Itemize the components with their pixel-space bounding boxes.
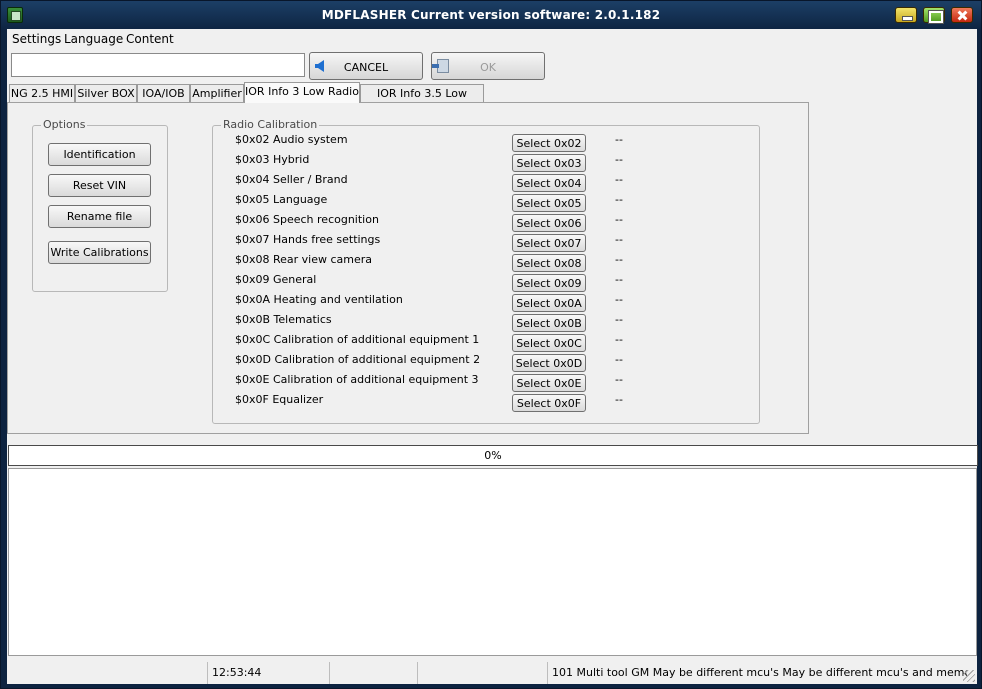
tab-panel: Options Identification Reset VIN Rename … (7, 102, 809, 434)
menu-bar: Settings Language Content (7, 29, 977, 49)
select-calibration-button[interactable]: Select 0x0C (512, 334, 586, 352)
options-group: Options Identification Reset VIN Rename … (32, 118, 168, 292)
select-calibration-button[interactable]: Select 0x02 (512, 134, 586, 152)
calibration-row-value: -- (615, 313, 623, 326)
select-calibration-button[interactable]: Select 0x05 (512, 194, 586, 212)
calibration-row-value: -- (615, 193, 623, 206)
command-input[interactable] (11, 53, 305, 77)
title-bar[interactable]: MDFLASHER Current version software: 2.0.… (1, 1, 981, 29)
tab-ior-info35-low-radio[interactable]: IOR Info 3.5 Low Radio (360, 84, 484, 113)
calibration-row-value: -- (615, 133, 623, 146)
select-calibration-button[interactable]: Select 0x03 (512, 154, 586, 172)
calibration-row-value: -- (615, 373, 623, 386)
status-panel-4 (417, 662, 547, 684)
calibration-row-value: -- (615, 273, 623, 286)
maximize-button[interactable] (923, 7, 945, 24)
ok-label: OK (480, 61, 496, 74)
tab-silver-box[interactable]: Silver BOX (75, 84, 137, 102)
status-panel-3 (329, 662, 417, 684)
calibration-row-label: $0x03 Hybrid (235, 153, 310, 166)
calibration-row-label: $0x06 Speech recognition (235, 213, 379, 226)
status-time: 12:53:44 (207, 662, 329, 684)
calibration-row-label: $0x0D Calibration of additional equipmen… (235, 353, 481, 366)
select-calibration-button[interactable]: Select 0x0F (512, 394, 586, 412)
calibration-row-value: -- (615, 353, 623, 366)
calibration-row-label: $0x05 Language (235, 193, 328, 206)
select-calibration-button[interactable]: Select 0x0A (512, 294, 586, 312)
calibration-row-value: -- (615, 293, 623, 306)
status-panel-1 (7, 662, 207, 684)
rename-file-button[interactable]: Rename file (48, 205, 151, 228)
cancel-button[interactable]: CANCEL (309, 52, 423, 80)
select-calibration-button[interactable]: Select 0x0E (512, 374, 586, 392)
tab-strip: NG 2.5 HMI Silver BOX IOA/IOB Amplifier … (9, 82, 969, 113)
progress-text: 0% (484, 449, 502, 462)
tab-ior-info3-low-radio[interactable]: IOR Info 3 Low Radio (244, 82, 360, 103)
calibration-row-label: $0x02 Audio system (235, 133, 348, 146)
calibration-row-value: -- (615, 153, 623, 166)
calibration-row-label: $0x0C Calibration of additional equipmen… (235, 333, 480, 346)
menu-content[interactable]: Content (126, 32, 174, 46)
window-title: MDFLASHER Current version software: 2.0.… (321, 8, 661, 22)
calibration-row-value: -- (615, 233, 623, 246)
calibration-row-label: $0x07 Hands free settings (235, 233, 381, 246)
calibration-row-label: $0x0A Heating and ventilation (235, 293, 403, 306)
calibration-row-label: $0x08 Rear view camera (235, 253, 373, 266)
calibration-row-label: $0x04 Seller / Brand (235, 173, 348, 186)
tab-ioa-iob[interactable]: IOA/IOB (137, 84, 190, 102)
calibration-row-value: -- (615, 253, 623, 266)
cancel-label: CANCEL (343, 61, 389, 74)
options-legend: Options (41, 118, 88, 131)
log-area[interactable] (8, 468, 977, 656)
select-calibration-button[interactable]: Select 0x09 (512, 274, 586, 292)
resize-grip[interactable] (963, 670, 975, 682)
progress-bar: 0% (8, 445, 978, 466)
calibration-row-label: $0x0F Equalizer (235, 393, 324, 406)
select-calibration-button[interactable]: Select 0x04 (512, 174, 586, 192)
radio-calibration-group: Radio Calibration $0x02 Audio system Sele… (212, 118, 760, 424)
select-calibration-button[interactable]: Select 0x0B (512, 314, 586, 332)
calibration-legend: Radio Calibration (221, 118, 320, 131)
calibration-row-label: $0x0B Telematics (235, 313, 332, 326)
select-calibration-button[interactable]: Select 0x06 (512, 214, 586, 232)
identification-button[interactable]: Identification (48, 143, 151, 166)
select-calibration-button[interactable]: Select 0x0D (512, 354, 586, 372)
write-calibrations-button[interactable]: Write Calibrations (48, 241, 151, 264)
calibration-row-value: -- (615, 393, 623, 406)
select-calibration-button[interactable]: Select 0x07 (512, 234, 586, 252)
close-button[interactable] (951, 7, 973, 23)
menu-language[interactable]: Language (64, 32, 123, 46)
tab-amplifier[interactable]: Amplifier (190, 84, 244, 102)
calibration-row-label: $0x09 General (235, 273, 317, 286)
calibration-row-value: -- (615, 213, 623, 226)
app-window: MDFLASHER Current version software: 2.0.… (0, 0, 982, 689)
status-device-info: 101 Multi tool GM May be different mcu's… (547, 662, 967, 684)
calibration-row-value: -- (615, 173, 623, 186)
client-area: Settings Language Content CANCEL OK NG 2… (7, 29, 978, 684)
ok-button[interactable]: OK (431, 52, 545, 80)
minimize-button[interactable] (895, 7, 917, 23)
reset-vin-button[interactable]: Reset VIN (48, 174, 151, 197)
tab-ng25-hmi[interactable]: NG 2.5 HMI (9, 84, 75, 102)
calibration-row-label: $0x0E Calibration of additional equipmen… (235, 373, 479, 386)
menu-settings[interactable]: Settings (12, 32, 61, 46)
calibration-row-value: -- (615, 333, 623, 346)
status-bar: 12:53:44 101 Multi tool GM May be differ… (7, 660, 977, 684)
select-calibration-button[interactable]: Select 0x08 (512, 254, 586, 272)
